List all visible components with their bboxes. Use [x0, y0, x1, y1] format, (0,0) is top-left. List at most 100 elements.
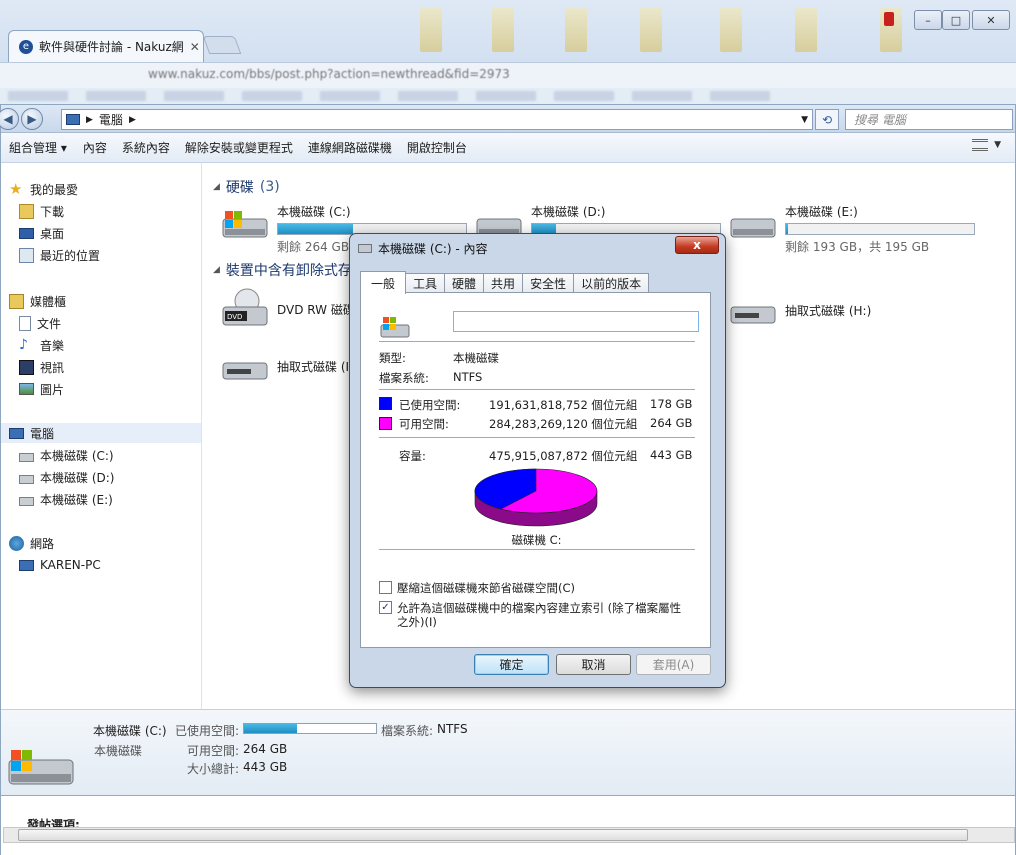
tab-security[interactable]: 安全性 — [522, 273, 575, 293]
dvd-drive-tile[interactable]: DVD DVD RW 磁碟 — [219, 287, 355, 331]
network-icon — [9, 535, 24, 551]
sidebar-item-computer[interactable]: 電腦 — [1, 423, 201, 443]
compress-label: 壓縮這個磁碟機來節省磁碟空間(C) — [397, 581, 576, 595]
apply-button[interactable]: 套用(A) — [636, 654, 711, 675]
sidebar-item-drive-d[interactable]: 本機磁碟 (D:) — [19, 467, 114, 487]
uninstall-program-button[interactable]: 解除安裝或變更程式 — [185, 139, 308, 156]
site-favicon-icon: e — [19, 39, 33, 54]
tab-hardware[interactable]: 硬體 — [444, 273, 485, 293]
explorer-toolbar: 組合管理 ▾ 內容 系統內容 解除安裝或變更程式 連線網路磁碟機 開啟控制台 — [1, 133, 1015, 163]
chevron-right-icon: ▶ — [128, 114, 136, 125]
drive-name-input[interactable] — [453, 311, 699, 332]
ok-button[interactable]: 確定 — [474, 654, 549, 675]
horizontal-scrollbar[interactable] — [3, 827, 1015, 843]
navigation-pane: ★ 我的最愛 下載 桌面 最近的位置 媒體櫃 文件 ♪ 音樂 視訊 圖片 電腦 … — [1, 163, 202, 709]
desktop-folder-ghost — [640, 8, 662, 52]
new-tab-button[interactable] — [202, 36, 242, 54]
sidebar-item-pictures[interactable]: 圖片 — [19, 379, 64, 399]
dialog-close-button[interactable]: x — [675, 236, 719, 254]
index-label-line1: 允許為這個磁碟機中的檔案內容建立索引 (除了檔案屬性 — [397, 601, 682, 615]
tab-general[interactable]: 一般 — [360, 271, 407, 294]
change-view-button[interactable]: ▼ — [972, 139, 1001, 151]
properties-button[interactable]: 內容 — [83, 139, 122, 156]
browser-tab[interactable]: e 軟件與硬件討論 - Nakuz網 ✕ — [8, 30, 204, 62]
removable-drive-icon — [222, 362, 268, 380]
details-drive-type: 本機磁碟 — [94, 744, 143, 758]
explorer-address-bar[interactable]: ▶ 電腦 ▶ ▼ — [61, 109, 813, 130]
sidebar-item-libraries[interactable]: 媒體櫃 — [9, 291, 66, 311]
used-space-swatch — [379, 397, 392, 410]
dialog-titlebar[interactable]: 本機磁碟 (C:) - 內容 — [358, 240, 488, 257]
desktop-folder-ghost — [420, 8, 442, 52]
general-tab-panel: 類型: 本機磁碟 檔案系統: NTFS 已使用空間: 191,631,818,7… — [360, 292, 711, 648]
maximize-button[interactable]: □ — [942, 10, 970, 30]
libraries-icon — [9, 293, 24, 309]
hdd-group-header[interactable]: ◢ 硬碟 (3) — [213, 177, 280, 197]
forward-button[interactable]: ▶ — [21, 108, 43, 130]
svg-text:DVD: DVD — [227, 313, 242, 321]
tab-close-icon[interactable]: ✕ — [190, 40, 200, 54]
index-checkbox[interactable]: ✓ — [379, 601, 392, 614]
details-fs-value: NTFS — [437, 722, 468, 736]
scrollbar-thumb[interactable] — [18, 829, 968, 841]
browser-address-bar[interactable]: www.nakuz.com/bbs/post.php?action=newthr… — [0, 62, 1016, 88]
sidebar-item-drive-e[interactable]: 本機磁碟 (E:) — [19, 489, 113, 509]
sidebar-item-network[interactable]: 網路 — [9, 533, 54, 553]
drive-i-tile[interactable]: 抽取式磁碟 (I:) — [219, 351, 358, 387]
desktop-folder-ghost — [565, 8, 587, 52]
used-space-bytes: 191,631,818,752 個位元組 — [489, 398, 638, 412]
chevron-down-icon: ▼ — [994, 140, 1001, 150]
recent-places-icon — [19, 247, 34, 263]
drive-h-tile[interactable]: 抽取式磁碟 (H:) — [727, 295, 871, 331]
sidebar-item-desktop[interactable]: 桌面 — [19, 223, 64, 243]
free-space-bytes: 284,283,269,120 個位元組 — [489, 417, 638, 431]
details-usage-bar — [243, 723, 377, 734]
free-space-size: 264 GB — [650, 416, 693, 430]
system-properties-button[interactable]: 系統內容 — [122, 139, 185, 156]
details-total-label: 大小總計: — [187, 762, 240, 776]
close-window-button[interactable]: ✕ — [972, 10, 1010, 30]
dvd-drive-icon: DVD — [222, 288, 268, 326]
refresh-button[interactable]: ⟲ — [815, 109, 839, 130]
sidebar-item-documents[interactable]: 文件 — [19, 313, 61, 333]
sidebar-item-recent[interactable]: 最近的位置 — [19, 245, 100, 265]
free-space-label: 可用空間: — [399, 417, 449, 431]
sidebar-item-videos[interactable]: 視訊 — [19, 357, 64, 377]
browser-frame: – □ ✕ e 軟件與硬件討論 - Nakuz網 ✕ www.nakuz.com… — [0, 0, 1016, 110]
map-network-drive-button[interactable]: 連線網路磁碟機 — [308, 139, 407, 156]
browser-content-behind: 發帖選項: — [1, 795, 1015, 855]
drive-e-label: 本機磁碟 (E:) — [785, 205, 858, 219]
drive-e-tile[interactable]: 本機磁碟 (E:) 剩餘 193 GB，共 195 GB — [727, 203, 975, 255]
cancel-button[interactable]: 取消 — [556, 654, 631, 675]
tab-title: 軟件與硬件討論 - Nakuz網 — [39, 40, 184, 54]
back-button[interactable]: ◀ — [0, 108, 19, 130]
sidebar-item-drive-c[interactable]: 本機磁碟 (C:) — [19, 445, 114, 465]
tab-tools[interactable]: 工具 — [405, 273, 446, 293]
sidebar-item-karen-pc[interactable]: KAREN-PC — [19, 555, 101, 575]
organize-menu[interactable]: 組合管理 ▾ — [9, 139, 83, 156]
pie-caption: 磁碟機 C: — [511, 533, 562, 547]
open-control-panel-button[interactable]: 開啟控制台 — [407, 139, 482, 156]
removable-drive-icon — [730, 306, 776, 324]
compress-checkbox[interactable] — [379, 581, 392, 594]
details-fs-label: 檔案系統: — [381, 724, 434, 738]
downloads-folder-icon — [19, 203, 34, 219]
sidebar-item-favorites[interactable]: ★ 我的最愛 — [9, 179, 78, 199]
drive-icon — [730, 218, 776, 238]
tab-sharing[interactable]: 共用 — [483, 273, 524, 293]
sidebar-item-music[interactable]: ♪ 音樂 — [19, 335, 64, 355]
windows-drive-icon — [19, 452, 34, 462]
minimize-button[interactable]: – — [914, 10, 942, 30]
desktop-folder-ghost — [492, 8, 514, 52]
type-value: 本機磁碟 — [453, 351, 499, 365]
videos-icon — [19, 359, 34, 375]
capacity-label: 容量: — [399, 449, 426, 463]
breadcrumb[interactable]: 電腦 — [99, 111, 123, 128]
drive-e-free-text: 剩餘 193 GB，共 195 GB — [785, 240, 930, 254]
search-input[interactable]: 搜尋 電腦 — [845, 109, 1013, 130]
tab-previous-versions[interactable]: 以前的版本 — [573, 273, 650, 293]
chevron-down-icon[interactable]: ▼ — [801, 115, 808, 125]
sidebar-item-downloads[interactable]: 下載 — [19, 201, 64, 221]
drive-i-label: 抽取式磁碟 (I:) — [277, 360, 358, 374]
capacity-bytes: 475,915,087,872 個位元組 — [489, 449, 638, 463]
